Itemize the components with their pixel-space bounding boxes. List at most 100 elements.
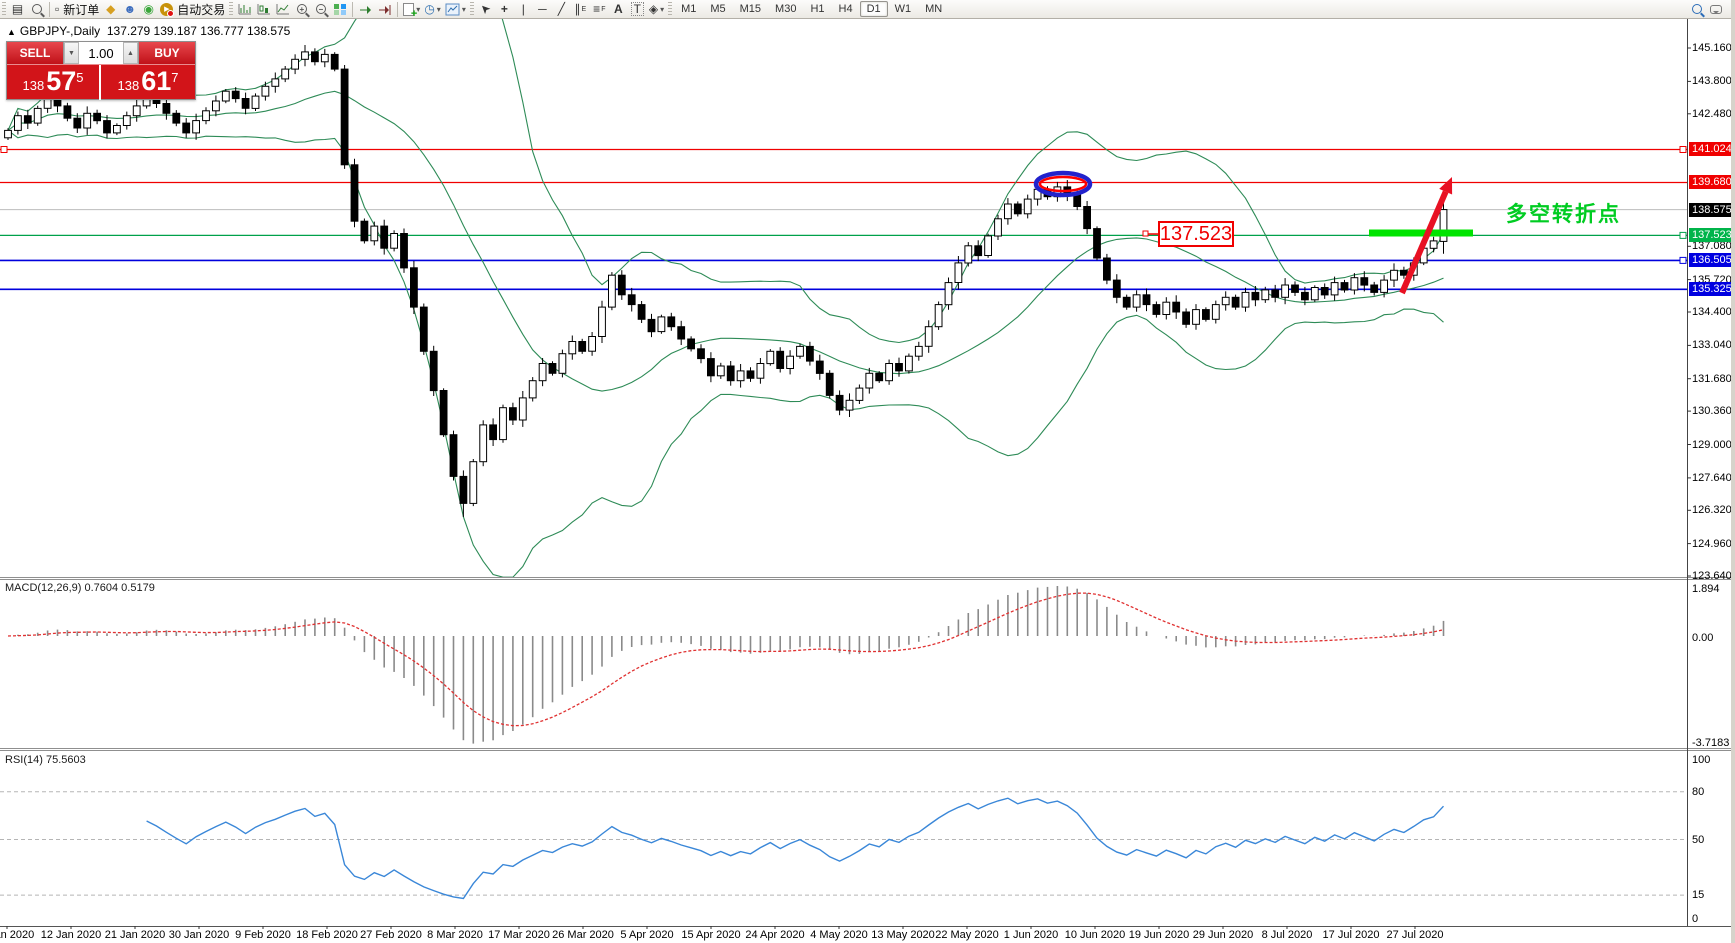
new-order-icon[interactable]: ▫新订单	[53, 1, 101, 18]
candlestick-chart-icon[interactable]	[254, 1, 273, 18]
hline-handle[interactable]	[1680, 147, 1686, 153]
macd-axis-zero: 0.00	[1692, 632, 1713, 644]
timeframe-m1-button[interactable]: M1	[674, 1, 703, 17]
volume-spinner: ▼ 1.00 ▲	[63, 42, 139, 64]
candle-body	[341, 69, 348, 165]
date-label-6: 18 Feb 2020	[296, 929, 358, 941]
candles	[5, 45, 1447, 517]
search-icon[interactable]	[1687, 1, 1706, 18]
template-icon[interactable]: ▾	[443, 1, 468, 18]
hline-handle[interactable]	[1680, 232, 1686, 238]
timeframe-h4-button[interactable]: H4	[832, 1, 860, 17]
volume-decrease-button[interactable]: ▼	[64, 42, 79, 64]
date-label-11: 5 Apr 2020	[620, 929, 673, 941]
window-right-edge	[1731, 0, 1735, 943]
fibonacci-icon[interactable]: ≡F	[590, 1, 609, 18]
zoom-in-icon[interactable]: +	[292, 1, 311, 18]
timeframe-h1-button[interactable]: H1	[803, 1, 831, 17]
cursor-icon[interactable]: ➤	[476, 1, 495, 18]
candle-body	[856, 388, 863, 400]
candle-body	[84, 113, 91, 128]
chat-icon[interactable]	[1706, 1, 1725, 18]
candle-body	[599, 307, 606, 336]
candle-body	[114, 126, 121, 133]
sell-price[interactable]: 138 57 5	[7, 65, 101, 100]
period-icon[interactable]: ◷▾	[422, 1, 443, 18]
toolbar-grip[interactable]	[470, 2, 474, 16]
date-label-12: 15 Apr 2020	[681, 929, 740, 941]
sell-button[interactable]: SELL	[7, 42, 63, 64]
data-window-icon[interactable]	[27, 1, 46, 18]
text-icon[interactable]: A	[609, 1, 628, 18]
candle-body	[500, 408, 507, 440]
line-chart-icon[interactable]	[273, 1, 292, 18]
toolbar-grip[interactable]	[2, 2, 6, 16]
chart-shift-icon[interactable]	[375, 1, 394, 18]
hline-handle[interactable]	[1680, 257, 1686, 263]
candle-body	[381, 226, 388, 248]
candle-body	[816, 361, 823, 373]
hline-handle[interactable]	[1, 147, 7, 153]
candle-body	[1401, 270, 1408, 275]
timeframe-d1-button[interactable]: D1	[860, 1, 888, 17]
support-green-bar[interactable]	[1369, 230, 1473, 237]
candle-body	[698, 349, 705, 359]
market-watch-icon[interactable]: ▤	[8, 1, 27, 18]
candle-body	[1331, 283, 1338, 295]
date-label-8: 8 Mar 2020	[427, 929, 483, 941]
candle-body	[213, 101, 220, 111]
new-chart-icon[interactable]: ▾	[401, 1, 422, 18]
candle-body	[935, 305, 942, 327]
community-icon[interactable]: ☻	[120, 1, 139, 18]
candle-body	[1272, 290, 1279, 297]
buy-price[interactable]: 138 61 7	[101, 65, 195, 100]
rsi-axis-100: 100	[1692, 754, 1710, 766]
ohlc-values: 137.279 139.187 136.777 138.575	[107, 24, 291, 38]
highlight-ellipse-inner[interactable]	[1040, 177, 1086, 191]
timeframe-mn-button[interactable]: MN	[918, 1, 949, 17]
zoom-out-icon[interactable]: −	[311, 1, 330, 18]
auto-scroll-icon[interactable]	[356, 1, 375, 18]
autotrading-icon[interactable]: ▶自动交易	[158, 1, 227, 18]
volume-increase-button[interactable]: ▲	[123, 42, 138, 64]
toolbar-grip[interactable]	[229, 2, 233, 16]
collapse-panel-icon[interactable]: ▲	[7, 27, 16, 37]
toolbar-grip[interactable]	[668, 2, 672, 16]
equidistant-channel-icon[interactable]: ∥E	[571, 1, 590, 18]
candle-body	[252, 96, 259, 108]
candle-body	[480, 425, 487, 462]
candle-body	[173, 113, 180, 123]
one-click-trading-panel: SELL ▼ 1.00 ▲ BUY 138 57 5 138 61 7	[6, 41, 196, 100]
horizontal-line-icon[interactable]: ─	[533, 1, 552, 18]
candle-body	[242, 99, 249, 109]
trendline-icon[interactable]: ╱	[552, 1, 571, 18]
metatrader-market-icon[interactable]: ◆	[101, 1, 120, 18]
signals-icon[interactable]: ◉	[139, 1, 158, 18]
timeframe-m5-button[interactable]: M5	[703, 1, 732, 17]
timeframe-m30-button[interactable]: M30	[768, 1, 803, 17]
arrows-icon[interactable]: ◈▾	[647, 1, 666, 18]
candle-body	[361, 221, 368, 241]
tile-windows-icon[interactable]	[330, 1, 349, 18]
sell-price-sup: 5	[76, 70, 83, 85]
candle-body	[1222, 297, 1229, 304]
candle-body	[371, 226, 378, 241]
candle-body	[123, 116, 130, 126]
candle-body	[648, 319, 655, 331]
vertical-line-icon[interactable]: |	[514, 1, 533, 18]
timeframe-w1-button[interactable]: W1	[888, 1, 919, 17]
price-callout-137523[interactable]: 137.523	[1158, 221, 1234, 247]
text-label-icon[interactable]: T	[628, 1, 647, 18]
timeframe-m15-button[interactable]: M15	[733, 1, 768, 17]
candle-body	[1302, 292, 1309, 299]
candle-body	[203, 111, 210, 121]
buy-button[interactable]: BUY	[139, 42, 195, 64]
candle-body	[717, 366, 724, 376]
bar-chart-icon[interactable]	[235, 1, 254, 18]
crosshair-icon[interactable]: +	[495, 1, 514, 18]
volume-input[interactable]: 1.00	[79, 42, 123, 64]
candle-body	[5, 130, 12, 137]
price-label-141.024: 141.024	[1689, 142, 1734, 156]
candle-body	[15, 116, 22, 131]
turning-point-text[interactable]: 多空转折点	[1506, 198, 1621, 228]
